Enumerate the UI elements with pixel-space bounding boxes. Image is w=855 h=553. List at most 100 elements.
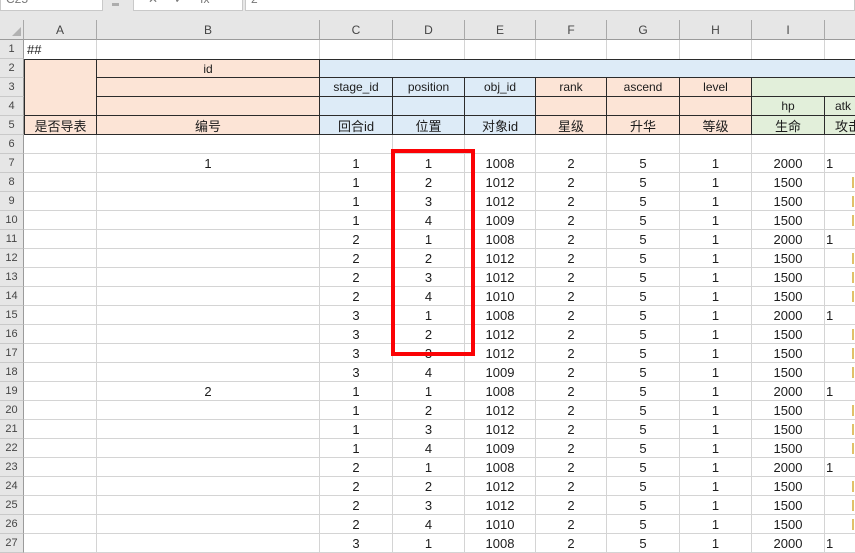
- cell-C3-stage-id[interactable]: stage_id: [320, 78, 393, 97]
- row-header-13[interactable]: 13: [0, 268, 24, 287]
- cell-F23[interactable]: 2: [536, 458, 607, 477]
- row-header-26[interactable]: 26: [0, 515, 24, 534]
- cell-I11[interactable]: 2000: [752, 230, 825, 249]
- cell-G22[interactable]: 5: [607, 439, 680, 458]
- cell-B3[interactable]: [97, 78, 320, 97]
- cell-B26[interactable]: [97, 515, 320, 534]
- namebox-resize-handle-icon[interactable]: [112, 3, 119, 6]
- cell-A8[interactable]: [24, 173, 97, 192]
- cell-E6[interactable]: [465, 135, 536, 154]
- cell-J8[interactable]: [825, 173, 855, 192]
- cell-D5-position[interactable]: 位置: [393, 116, 465, 135]
- cell-C14[interactable]: 2: [320, 287, 393, 306]
- cell-E8[interactable]: 1012: [465, 173, 536, 192]
- cell-I22[interactable]: 1500: [752, 439, 825, 458]
- cell-H12[interactable]: 1: [680, 249, 752, 268]
- cell-J20[interactable]: [825, 401, 855, 420]
- cell-C26[interactable]: 2: [320, 515, 393, 534]
- cell-C1[interactable]: [320, 40, 393, 59]
- row-header-4[interactable]: 4: [0, 97, 24, 116]
- cell-B25[interactable]: [97, 496, 320, 515]
- cell-C8[interactable]: 1: [320, 173, 393, 192]
- cell-F5-star[interactable]: 星级: [536, 116, 607, 135]
- cell-B13[interactable]: [97, 268, 320, 287]
- cell-E18[interactable]: 1009: [465, 363, 536, 382]
- cell-C10[interactable]: 1: [320, 211, 393, 230]
- cell-G4[interactable]: [607, 97, 680, 116]
- cell-D3-position[interactable]: position: [393, 78, 465, 97]
- cell-G12[interactable]: 5: [607, 249, 680, 268]
- cell-J10[interactable]: [825, 211, 855, 230]
- row-header-19[interactable]: 19: [0, 382, 24, 401]
- cell-B16[interactable]: [97, 325, 320, 344]
- cell-G10[interactable]: 5: [607, 211, 680, 230]
- cell-E24[interactable]: 1012: [465, 477, 536, 496]
- cell-I21[interactable]: 1500: [752, 420, 825, 439]
- cell-I8[interactable]: 1500: [752, 173, 825, 192]
- cell-I7[interactable]: 2000: [752, 154, 825, 173]
- cell-I5-hp[interactable]: 生命: [752, 116, 825, 135]
- cell-B4[interactable]: [97, 97, 320, 116]
- cell-E15[interactable]: 1008: [465, 306, 536, 325]
- cell-G21[interactable]: 5: [607, 420, 680, 439]
- cell-C15[interactable]: 3: [320, 306, 393, 325]
- cell-I19[interactable]: 2000: [752, 382, 825, 401]
- cell-A1[interactable]: ##: [24, 40, 97, 59]
- cell-G15[interactable]: 5: [607, 306, 680, 325]
- cell-F9[interactable]: 2: [536, 192, 607, 211]
- cell-A10[interactable]: [24, 211, 97, 230]
- row-header-22[interactable]: 22: [0, 439, 24, 458]
- cell-F3-rank[interactable]: rank: [536, 78, 607, 97]
- cell-H26[interactable]: 1: [680, 515, 752, 534]
- cell-G20[interactable]: 5: [607, 401, 680, 420]
- cell-J24[interactable]: [825, 477, 855, 496]
- cell-D25[interactable]: 3: [393, 496, 465, 515]
- cell-H19[interactable]: 1: [680, 382, 752, 401]
- cell-I24[interactable]: 1500: [752, 477, 825, 496]
- cell-D18[interactable]: 4: [393, 363, 465, 382]
- cell-G7[interactable]: 5: [607, 154, 680, 173]
- cell-F11[interactable]: 2: [536, 230, 607, 249]
- cell-G18[interactable]: 5: [607, 363, 680, 382]
- cell-C6[interactable]: [320, 135, 393, 154]
- cell-A24[interactable]: [24, 477, 97, 496]
- row-header-7[interactable]: 7: [0, 154, 24, 173]
- cell-C16[interactable]: 3: [320, 325, 393, 344]
- column-header-J-clipped[interactable]: [825, 20, 855, 40]
- column-header-E[interactable]: E: [465, 20, 536, 40]
- cell-H23[interactable]: 1: [680, 458, 752, 477]
- cell-J5-atk-clipped[interactable]: 攻击: [825, 116, 855, 135]
- cell-A15[interactable]: [24, 306, 97, 325]
- row-header-20[interactable]: 20: [0, 401, 24, 420]
- cell-B1[interactable]: [97, 40, 320, 59]
- cell-D26[interactable]: 4: [393, 515, 465, 534]
- cell-G13[interactable]: 5: [607, 268, 680, 287]
- cell-I12[interactable]: 1500: [752, 249, 825, 268]
- cell-I16[interactable]: 1500: [752, 325, 825, 344]
- cell-A4-merged[interactable]: [24, 97, 97, 116]
- row-header-17[interactable]: 17: [0, 344, 24, 363]
- fx-icon[interactable]: fx: [200, 0, 209, 10]
- cell-C13[interactable]: 2: [320, 268, 393, 287]
- cell-C20[interactable]: 1: [320, 401, 393, 420]
- cell-B2-id[interactable]: id: [97, 59, 320, 78]
- cell-H18[interactable]: 1: [680, 363, 752, 382]
- cell-A21[interactable]: [24, 420, 97, 439]
- cell-I6[interactable]: [752, 135, 825, 154]
- cell-D24[interactable]: 2: [393, 477, 465, 496]
- cell-F16[interactable]: 2: [536, 325, 607, 344]
- cell-C4[interactable]: [320, 97, 393, 116]
- cell-H11[interactable]: 1: [680, 230, 752, 249]
- cell-J15[interactable]: 1: [825, 306, 855, 325]
- cell-E17[interactable]: 1012: [465, 344, 536, 363]
- cell-H1[interactable]: [680, 40, 752, 59]
- cell-F22[interactable]: 2: [536, 439, 607, 458]
- cell-F18[interactable]: 2: [536, 363, 607, 382]
- cell-band-C2-J2[interactable]: [320, 59, 855, 78]
- row-header-2[interactable]: 2: [0, 59, 24, 78]
- cell-B17[interactable]: [97, 344, 320, 363]
- cell-E25[interactable]: 1012: [465, 496, 536, 515]
- cell-B18[interactable]: [97, 363, 320, 382]
- cell-I13[interactable]: 1500: [752, 268, 825, 287]
- cell-J12[interactable]: [825, 249, 855, 268]
